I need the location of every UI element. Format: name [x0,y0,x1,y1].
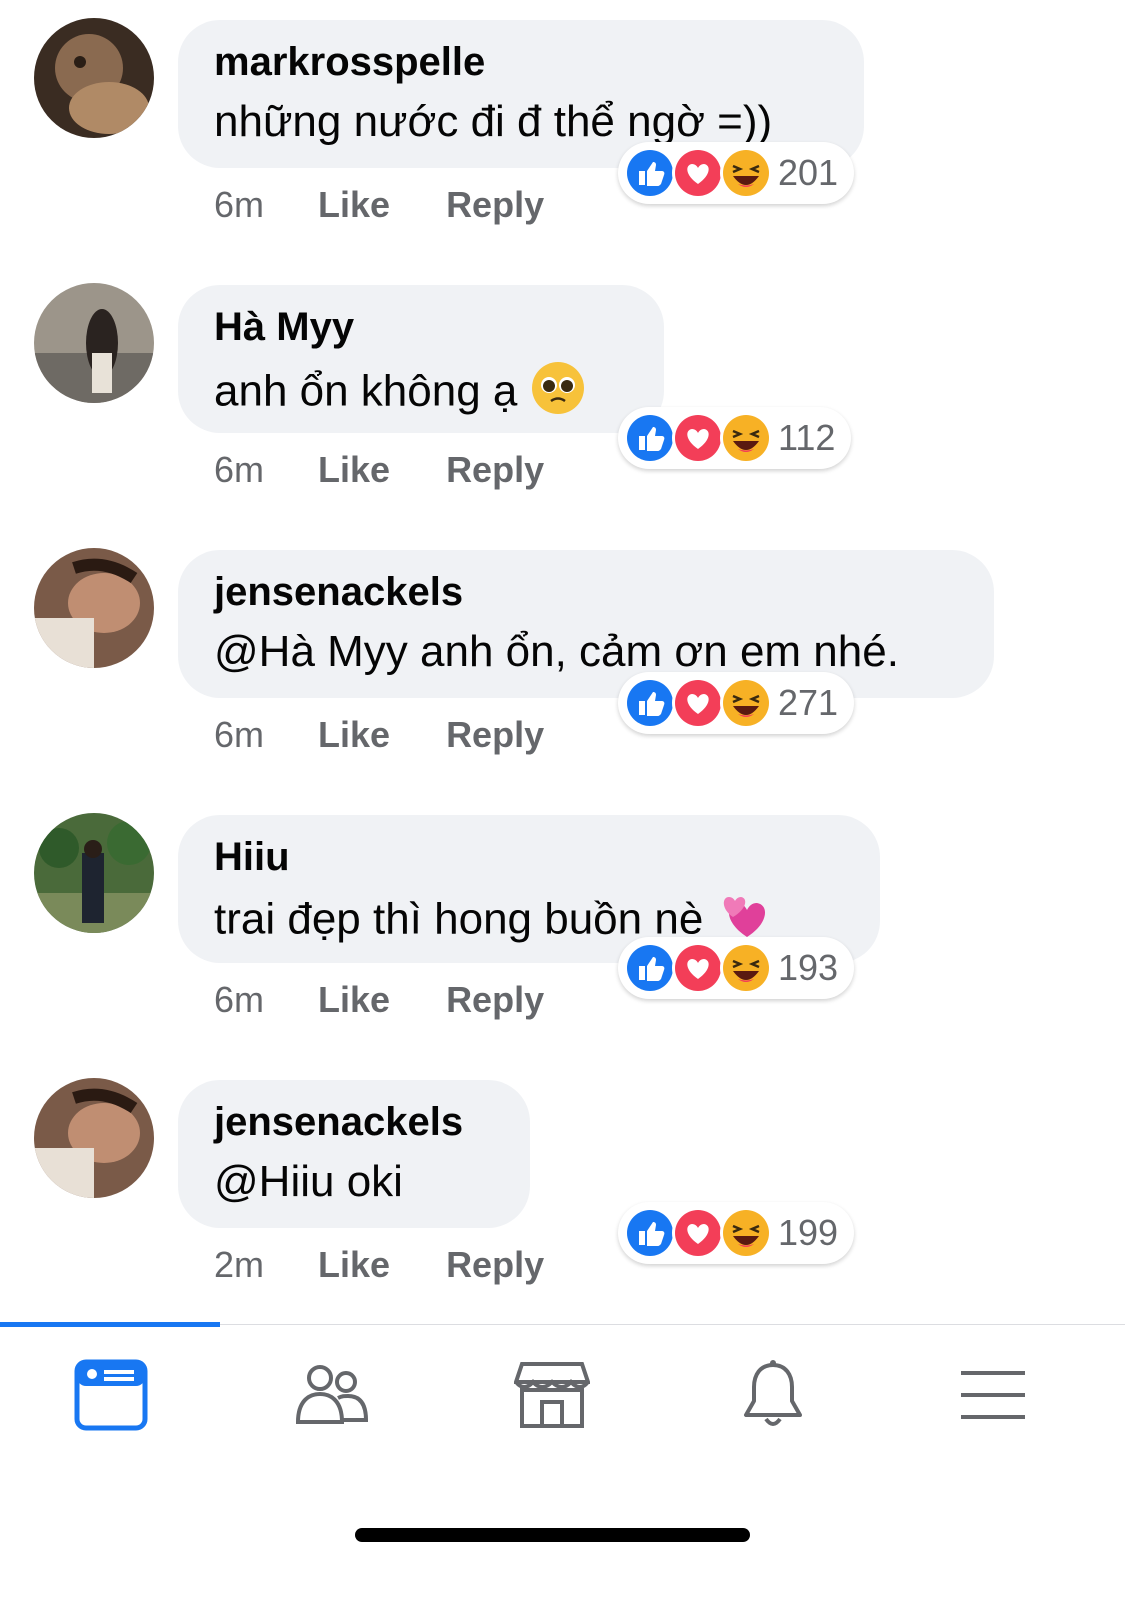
love-icon [672,412,724,464]
comment-text: anh ổn không ạ [214,366,518,416]
avatar[interactable] [34,548,154,668]
tab-home[interactable] [51,1352,171,1442]
love-icon [672,147,724,199]
reaction-count: 271 [778,682,839,723]
love-icon [672,942,724,994]
comment-text: những nước đi đ thể ngờ =)) [214,97,773,146]
tab-friends[interactable] [272,1352,392,1442]
tab-notifications[interactable] [713,1352,833,1442]
comment-bubble: jensenackels @Hà Myy anh ổn, cảm ơn em n… [178,550,994,698]
commenter-name[interactable]: Hiiu [214,835,844,879]
comment: Hà Myy anh ổn không ạ 6m Like Reply 112 [0,265,1125,530]
reply-button[interactable]: Reply [446,1244,544,1286]
menu-icon [959,1365,1027,1430]
avatar[interactable] [34,813,154,933]
reaction-count: 199 [778,1212,839,1253]
comment-text: @Hiiu oki [214,1157,403,1206]
reaction-count: 193 [778,947,839,988]
tab-marketplace[interactable] [492,1352,612,1442]
comment: markrosspelle những nước đi đ thể ngờ =)… [0,0,1125,265]
like-button[interactable]: Like [318,184,390,226]
like-icon [624,1207,676,1259]
reaction-count: 201 [778,152,839,193]
comment-actions: 6m Like Reply [214,184,544,226]
home-indicator[interactable] [355,1528,750,1542]
like-button[interactable]: Like [318,979,390,1021]
comment-time: 6m [214,714,265,755]
avatar[interactable] [34,1078,154,1198]
reaction-summary[interactable]: 271 [618,672,855,734]
tab-menu[interactable] [933,1352,1053,1442]
comment-time: 6m [214,184,265,225]
commenter-name[interactable]: jensenackels [214,570,958,614]
comment-actions: 6m Like Reply [214,714,544,756]
like-icon [624,942,676,994]
comment-actions: 2m Like Reply [214,1244,544,1286]
commenter-name[interactable]: jensenackels [214,1100,494,1144]
like-button[interactable]: Like [318,714,390,756]
haha-icon [720,1207,772,1259]
like-button[interactable]: Like [318,449,390,491]
home-feed-icon [74,1359,148,1436]
comment-bubble: Hà Myy anh ổn không ạ [178,285,664,433]
comment: jensenackels @Hiiu oki 2m Like Reply 199 [0,1060,1125,1325]
commenter-name[interactable]: Hà Myy [214,305,628,349]
reaction-count: 112 [778,417,836,458]
tab-divider [220,1324,1125,1325]
reaction-summary[interactable]: 193 [618,937,855,999]
love-icon [672,677,724,729]
comment-list: markrosspelle những nước đi đ thể ngờ =)… [0,0,1125,1350]
like-icon [624,147,676,199]
commenter-name[interactable]: markrosspelle [214,40,828,84]
comment-time: 6m [214,449,265,490]
bottom-tab-bar [0,1322,1125,1601]
haha-icon [720,412,772,464]
comment-time: 6m [214,979,265,1020]
avatar[interactable] [34,283,154,403]
comment-time: 2m [214,1244,265,1285]
haha-icon [720,677,772,729]
reply-button[interactable]: Reply [446,979,544,1021]
haha-icon [720,147,772,199]
comment-bubble: jensenackels @Hiiu oki [178,1080,530,1228]
reaction-summary[interactable]: 201 [618,142,855,204]
like-icon [624,677,676,729]
comment-text-line: anh ổn không ạ [214,361,628,427]
comment-actions: 6m Like Reply [214,449,544,491]
comment: jensenackels @Hà Myy anh ổn, cảm ơn em n… [0,530,1125,795]
comment-text: @Hà Myy anh ổn, cảm ơn em nhé. [214,627,899,676]
reply-button[interactable]: Reply [446,449,544,491]
love-icon [672,1207,724,1259]
friends-icon [294,1364,370,1431]
active-tab-indicator [0,1322,220,1327]
haha-icon [720,942,772,994]
like-icon [624,412,676,464]
like-button[interactable]: Like [318,1244,390,1286]
reply-button[interactable]: Reply [446,714,544,756]
comment-text: trai đẹp thì hong buồn nè [214,894,704,944]
comment: Hiiu trai đẹp thì hong buồn nè 6m Like Rep… [0,795,1125,1060]
reply-button[interactable]: Reply [446,184,544,226]
notifications-bell-icon [740,1359,806,1436]
avatar[interactable] [34,18,154,138]
reaction-summary[interactable]: 199 [618,1202,855,1264]
marketplace-icon [513,1360,591,1435]
comment-actions: 6m Like Reply [214,979,544,1021]
reaction-summary[interactable]: 112 [618,407,852,469]
pleading-face-emoji [531,361,585,427]
